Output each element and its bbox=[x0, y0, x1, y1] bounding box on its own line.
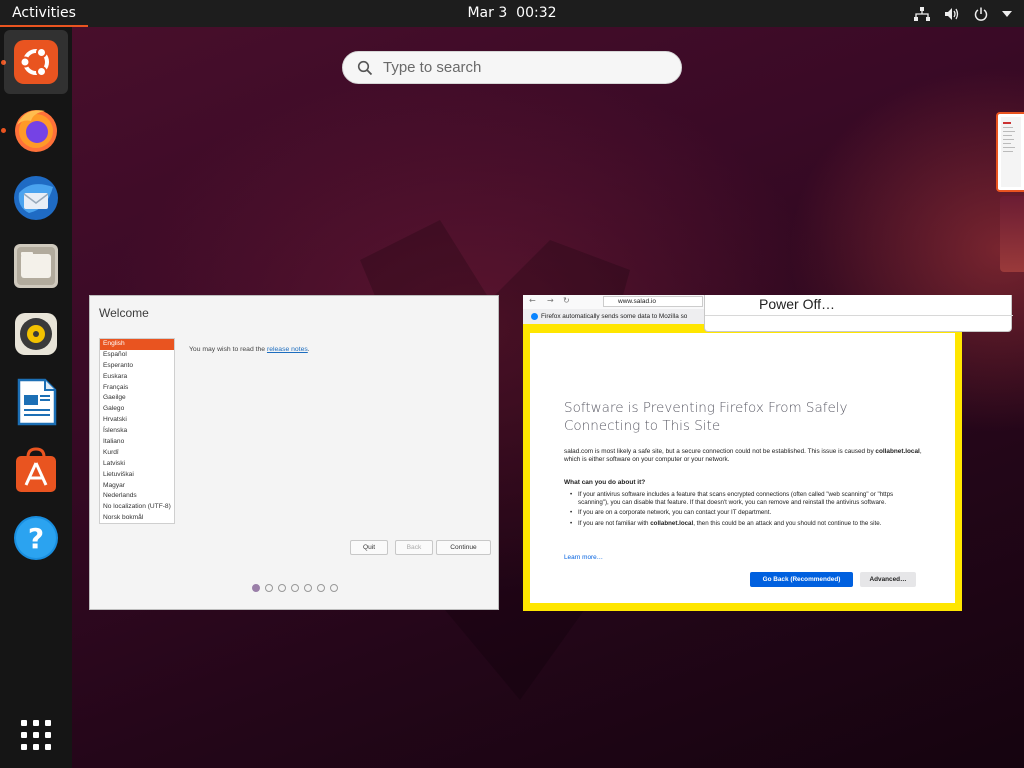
firefox-icon bbox=[15, 110, 57, 152]
dock: ? bbox=[0, 27, 72, 768]
advice-list: If your antivirus software includes a fe… bbox=[568, 491, 920, 530]
language-item[interactable]: Hrvatski bbox=[100, 415, 174, 426]
power-off-item[interactable]: Power Off… bbox=[759, 296, 835, 312]
power-menu: Power Off… bbox=[704, 295, 1013, 332]
language-item[interactable]: Latviski bbox=[100, 459, 174, 470]
chevron-down-icon bbox=[1002, 10, 1012, 18]
notice-text: Firefox automatically sends some data to… bbox=[541, 313, 688, 320]
writer-icon bbox=[17, 378, 57, 426]
advanced-button[interactable]: Advanced… bbox=[860, 572, 916, 587]
workspace-thumbnail-2[interactable] bbox=[1000, 196, 1024, 272]
progress-dot bbox=[317, 584, 325, 592]
language-item[interactable]: Magyar bbox=[100, 481, 174, 492]
language-item[interactable]: No localization (UTF-8) bbox=[100, 502, 174, 513]
show-applications-button[interactable] bbox=[4, 707, 68, 763]
language-item[interactable]: Gaeilge bbox=[100, 393, 174, 404]
network-icon bbox=[914, 6, 930, 21]
menu-separator bbox=[705, 315, 1013, 316]
progress-dot bbox=[252, 584, 260, 592]
progress-dot bbox=[304, 584, 312, 592]
dock-item-software[interactable] bbox=[4, 438, 68, 502]
go-back-button[interactable]: Go Back (Recommended) bbox=[750, 572, 853, 587]
language-item[interactable]: Kurdî bbox=[100, 448, 174, 459]
dock-item-firefox[interactable] bbox=[4, 98, 68, 162]
error-description: salad.com is most likely a safe site, bu… bbox=[564, 448, 924, 464]
dock-item-rhythmbox[interactable] bbox=[4, 302, 68, 366]
bullet3-suffix: , then this could be an attack and you s… bbox=[693, 519, 882, 527]
language-item[interactable]: Euskara bbox=[100, 372, 174, 383]
dock-item-files[interactable] bbox=[4, 234, 68, 298]
clock: Mar 3 00:32 bbox=[0, 0, 1024, 27]
ubuntu-logo-icon bbox=[14, 40, 58, 84]
info-icon bbox=[531, 313, 538, 320]
progress-dots bbox=[252, 584, 338, 592]
reload-icon[interactable]: ↻ bbox=[563, 296, 570, 305]
bullet3-prefix: If you are not familiar with bbox=[578, 519, 651, 527]
release-end: . bbox=[307, 346, 310, 353]
progress-dot bbox=[278, 584, 286, 592]
svg-text:?: ? bbox=[28, 522, 44, 555]
language-item[interactable]: Nederlands bbox=[100, 491, 174, 502]
thunderbird-icon bbox=[14, 176, 58, 220]
learn-more-link[interactable]: Learn more… bbox=[564, 554, 603, 561]
language-item[interactable]: Italiano bbox=[100, 437, 174, 448]
error-page: Software is Preventing Firefox From Safe… bbox=[530, 333, 955, 603]
language-item[interactable]: Esperanto bbox=[100, 361, 174, 372]
app-grid-icon bbox=[21, 720, 51, 750]
language-item[interactable]: English bbox=[100, 339, 174, 350]
advice-item: If you are not familiar with collabnet.l… bbox=[568, 520, 920, 528]
dock-item-ubuntu-installer[interactable] bbox=[4, 30, 68, 94]
rhythmbox-icon bbox=[15, 313, 57, 355]
body-prefix: salad.com is most likely a safe site, bu… bbox=[564, 448, 876, 455]
back-button[interactable]: Back bbox=[395, 540, 433, 555]
software-icon bbox=[16, 447, 56, 492]
release-notes-text: You may wish to read the release notes. bbox=[189, 346, 310, 353]
volume-icon bbox=[944, 7, 960, 21]
dock-item-help[interactable]: ? bbox=[4, 506, 68, 570]
installer-window[interactable]: Welcome English Español Esperanto Euskara Fr… bbox=[89, 295, 499, 610]
progress-dot bbox=[291, 584, 299, 592]
power-icon bbox=[974, 7, 988, 21]
forward-arrow-icon[interactable]: → bbox=[547, 296, 554, 305]
activities-button[interactable]: Activities bbox=[0, 0, 88, 27]
time-label: 00:32 bbox=[516, 5, 557, 21]
firefox-window[interactable]: ← → ↻ www.salad.io Firefox automatically… bbox=[523, 295, 962, 611]
language-item[interactable]: Galego bbox=[100, 404, 174, 415]
language-item[interactable]: Íslenska bbox=[100, 426, 174, 437]
clock-button[interactable]: Mar 3 00:32 bbox=[467, 5, 556, 21]
dock-item-thunderbird[interactable] bbox=[4, 166, 68, 230]
search-icon bbox=[357, 60, 373, 76]
error-title: Software is Preventing Firefox From Safe… bbox=[564, 400, 848, 434]
language-item[interactable]: Français bbox=[100, 383, 174, 394]
language-item[interactable]: Español bbox=[100, 350, 174, 361]
date-label: Mar 3 bbox=[467, 5, 508, 21]
workspace-preview bbox=[1001, 117, 1021, 187]
dock-item-writer[interactable] bbox=[4, 370, 68, 434]
bullet3-host: collabnet.local bbox=[650, 519, 694, 527]
quit-button[interactable]: Quit bbox=[350, 540, 388, 555]
installer-title: Welcome bbox=[99, 306, 149, 320]
continue-button[interactable]: Continue bbox=[436, 540, 491, 555]
advice-item: If your antivirus software includes a fe… bbox=[568, 491, 920, 506]
release-notes-link[interactable]: release notes bbox=[267, 346, 308, 353]
release-text: You may wish to read the bbox=[189, 346, 267, 353]
language-list[interactable]: English Español Esperanto Euskara Français Ga… bbox=[99, 338, 175, 524]
files-icon bbox=[14, 244, 58, 288]
url-text: www.salad.io bbox=[618, 298, 656, 305]
back-arrow-icon[interactable]: ← bbox=[529, 296, 536, 305]
url-bar[interactable]: www.salad.io bbox=[603, 296, 703, 307]
language-item[interactable]: Norsk bokmål bbox=[100, 513, 174, 523]
help-icon: ? bbox=[14, 516, 58, 560]
language-item[interactable]: Lietuviškai bbox=[100, 470, 174, 481]
top-bar: Activities Mar 3 00:32 bbox=[0, 0, 1024, 27]
workspace-thumbnail-1[interactable] bbox=[996, 112, 1024, 192]
progress-dot bbox=[265, 584, 273, 592]
system-tray[interactable] bbox=[914, 0, 1012, 27]
what-can-you-do-heading: What can you do about it? bbox=[564, 479, 646, 486]
search-input[interactable] bbox=[383, 52, 673, 83]
progress-dot bbox=[330, 584, 338, 592]
advice-item: If you are on a corporate network, you c… bbox=[568, 509, 920, 517]
search-bar[interactable] bbox=[342, 51, 682, 84]
body-host: collabnet.local bbox=[875, 448, 920, 455]
